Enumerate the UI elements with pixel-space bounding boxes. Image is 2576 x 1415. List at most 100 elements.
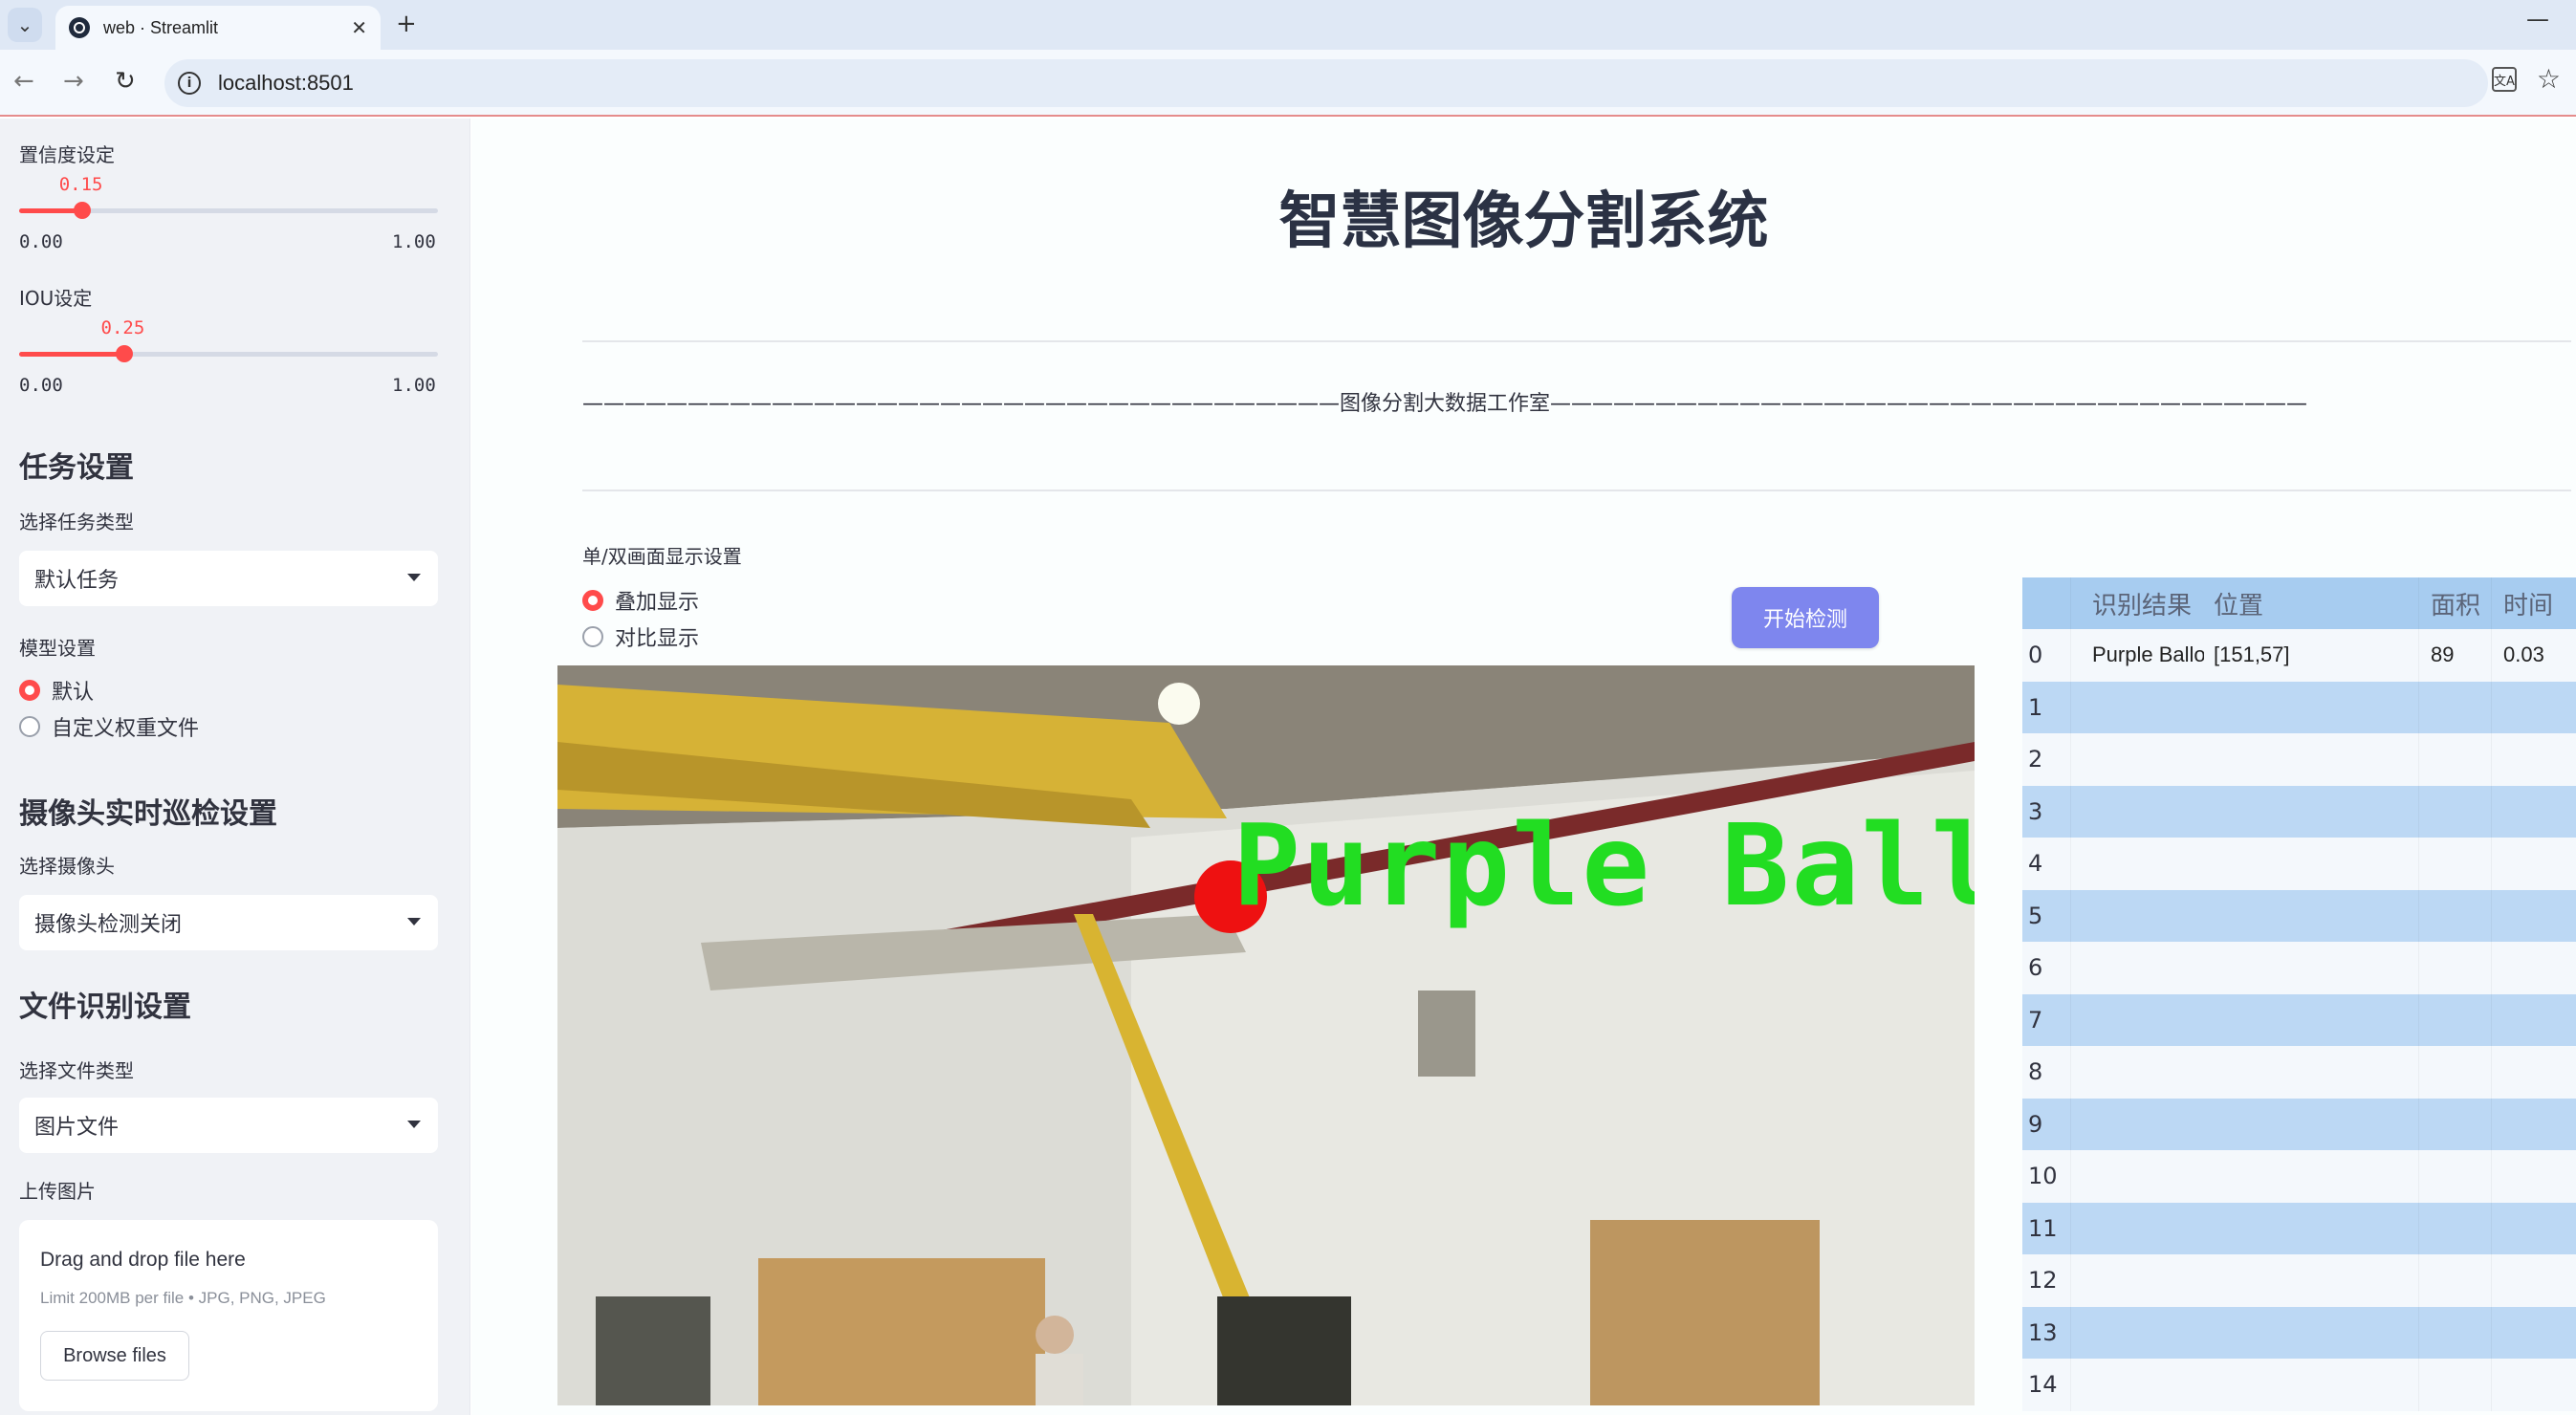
translate-icon[interactable]: 文A (2492, 67, 2517, 92)
iou-slider[interactable] (19, 345, 438, 362)
row-area (2418, 838, 2491, 890)
row-result (2070, 1254, 2204, 1307)
row-index: 9 (2028, 1110, 2043, 1138)
file-type-selected: 图片文件 (34, 1116, 120, 1140)
tab-list-dropdown-icon[interactable]: ⌄ (8, 8, 42, 42)
header-position[interactable]: 位置 (2204, 577, 2418, 629)
row-result (2070, 785, 2204, 838)
file-dropzone[interactable]: Drag and drop file here Limit 200MB per … (19, 1220, 438, 1411)
streamlit-favicon-icon (69, 17, 90, 38)
file-type-select[interactable]: 图片文件 (19, 1098, 438, 1153)
header-area[interactable]: 面积 (2418, 577, 2491, 629)
row-result (2070, 942, 2204, 994)
table-row[interactable]: 14 (2022, 1359, 2576, 1411)
start-detection-button[interactable]: 开始检测 (1732, 587, 1879, 648)
row-position (2204, 1099, 2418, 1151)
header-result[interactable]: 识别结果 (2070, 577, 2204, 629)
row-area (2418, 1359, 2491, 1411)
table-row[interactable]: 8 (2022, 1046, 2576, 1099)
reload-icon[interactable]: ↻ (115, 67, 136, 96)
dropzone-title: Drag and drop file here (40, 1249, 246, 1271)
row-time (2491, 942, 2576, 994)
model-option-custom[interactable]: 自定义权重文件 (19, 711, 199, 742)
tab-close-icon[interactable]: ✕ (351, 16, 367, 39)
row-area (2418, 889, 2491, 942)
radio-unselected-icon[interactable] (19, 716, 40, 737)
row-time (2491, 1306, 2576, 1359)
header-index (2028, 577, 2070, 629)
row-result (2070, 993, 2204, 1046)
table-row[interactable]: 3 (2022, 785, 2576, 838)
camera-settings-heading: 摄像头实时巡检设置 (19, 797, 277, 831)
iou-max: 1.00 (392, 375, 436, 396)
divider (582, 490, 2571, 491)
table-row[interactable]: 12 (2022, 1254, 2576, 1307)
iou-slider-thumb[interactable] (115, 345, 133, 362)
table-row[interactable]: 9 (2022, 1098, 2576, 1151)
chevron-down-icon (407, 1121, 421, 1128)
address-bar: ← → ↻ i localhost:8501 文A ☆ (0, 50, 2576, 117)
confidence-slider-thumb[interactable] (73, 202, 91, 219)
table-row[interactable]: 10 (2022, 1150, 2576, 1203)
row-position (2204, 1150, 2418, 1203)
row-area (2418, 1254, 2491, 1307)
row-result: Purple Balloon (2070, 629, 2204, 682)
back-arrow-icon[interactable]: ← (13, 67, 34, 96)
row-result (2070, 1306, 2204, 1359)
row-position (2204, 942, 2418, 994)
site-info-icon[interactable]: i (178, 72, 201, 95)
row-time (2491, 785, 2576, 838)
row-area: 89 (2418, 629, 2491, 682)
task-type-label: 选择任务类型 (19, 511, 134, 533)
table-row[interactable]: 2 (2022, 733, 2576, 786)
display-option-overlay[interactable]: 叠加显示 (582, 585, 699, 616)
minimize-window-icon[interactable]: — (2526, 6, 2549, 33)
new-tab-icon[interactable]: + (396, 10, 417, 38)
row-position (2204, 890, 2418, 943)
model-option-default[interactable]: 默认 (19, 675, 94, 706)
url-text[interactable]: localhost:8501 (218, 71, 354, 96)
row-area (2418, 1046, 2491, 1099)
browse-files-button[interactable]: Browse files (40, 1331, 189, 1381)
radio-selected-icon[interactable] (19, 680, 40, 701)
row-position (2204, 838, 2418, 890)
row-area (2418, 993, 2491, 1046)
table-row[interactable]: 11 (2022, 1202, 2576, 1254)
row-result (2070, 733, 2204, 786)
row-time (2491, 1202, 2576, 1254)
table-row[interactable]: 13 (2022, 1306, 2576, 1359)
upload-label: 上传图片 (19, 1180, 96, 1203)
row-index: 14 (2028, 1371, 2058, 1399)
browser-tab[interactable]: web · Streamlit ✕ (55, 6, 381, 50)
table-row[interactable]: 4 (2022, 838, 2576, 890)
url-field[interactable]: i localhost:8501 (164, 59, 2488, 107)
main-content: 智慧图像分割系统 ———————————————————————————————… (471, 119, 2576, 1415)
task-type-select[interactable]: 默认任务 (19, 551, 438, 606)
camera-select[interactable]: 摄像头检测关闭 (19, 895, 438, 950)
row-index: 6 (2028, 954, 2043, 982)
table-row[interactable]: 5 (2022, 889, 2576, 943)
row-index: 4 (2028, 850, 2043, 878)
row-position (2204, 1254, 2418, 1307)
row-area (2418, 785, 2491, 838)
confidence-value: 0.15 (58, 174, 103, 195)
forward-arrow-icon[interactable]: → (63, 67, 84, 96)
table-row[interactable]: 6 (2022, 942, 2576, 994)
header-time[interactable]: 时间 (2491, 577, 2576, 629)
row-time (2491, 1359, 2576, 1411)
chevron-down-icon (407, 918, 421, 925)
confidence-slider[interactable] (19, 202, 438, 219)
page-title: 智慧图像分割系统 (1278, 186, 1769, 257)
table-row[interactable]: 0 Purple Balloon [151,57] 890.03 (2022, 629, 2576, 682)
divider (582, 340, 2571, 342)
dropzone-hint: Limit 200MB per file • JPG, PNG, JPEG (40, 1289, 326, 1307)
row-time (2491, 1254, 2576, 1307)
model-option-default-label: 默认 (52, 681, 95, 705)
row-area (2418, 733, 2491, 786)
radio-selected-icon[interactable] (582, 590, 603, 611)
table-row[interactable]: 1 (2022, 681, 2576, 733)
display-option-compare[interactable]: 对比显示 (582, 621, 699, 652)
table-row[interactable]: 7 (2022, 993, 2576, 1046)
radio-unselected-icon[interactable] (582, 626, 603, 647)
bookmark-star-icon[interactable]: ☆ (2537, 63, 2561, 95)
